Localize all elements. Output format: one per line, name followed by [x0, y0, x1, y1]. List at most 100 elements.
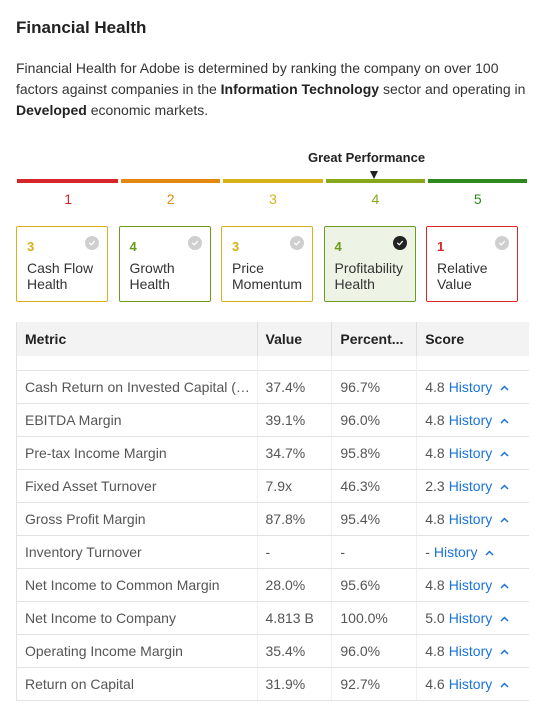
- category-card[interactable]: 4 Growth Health: [118, 226, 211, 302]
- table-row: Net Income to Company 4.813 B 100.0% 5.0 His…: [17, 602, 529, 635]
- description-text: sector and operating in: [379, 81, 526, 97]
- description: Financial Health for Adobe is determined…: [16, 58, 531, 121]
- metric-cell: Pre-tax Income Margin: [25, 445, 167, 461]
- score-value: 4.8: [425, 412, 445, 428]
- column-header-value[interactable]: Value: [256, 322, 332, 356]
- scale-number: 4: [371, 191, 380, 207]
- card-score: 4: [334, 239, 342, 254]
- card-score: 1: [437, 239, 445, 254]
- card-label: Cash Flow Health: [27, 260, 93, 292]
- chevron-up-icon[interactable]: [500, 505, 509, 535]
- metric-cell: Operating Income Margin: [25, 643, 183, 659]
- percentile-cell: -: [331, 536, 416, 568]
- chevron-up-icon[interactable]: [500, 406, 509, 436]
- history-link[interactable]: History: [434, 544, 478, 560]
- percentile-cell: 92.7%: [331, 668, 416, 700]
- table-row: Pre-tax Income Margin 34.7% 95.8% 4.8 Histor…: [17, 437, 529, 470]
- card-label-line: Health: [27, 276, 68, 292]
- card-label-line: Value: [437, 276, 472, 292]
- table-row: Return on Capital 31.9% 92.7% 4.6 History: [17, 668, 529, 701]
- metric-cell: Net Income to Company: [25, 610, 176, 626]
- history-link[interactable]: History: [449, 445, 493, 461]
- chevron-up-icon[interactable]: [500, 439, 509, 469]
- chevron-up-icon[interactable]: [500, 571, 509, 601]
- scale-segment-4: [325, 179, 426, 183]
- market-name: Developed: [16, 102, 87, 118]
- value-cell: -: [256, 536, 332, 568]
- scale-number: 5: [473, 191, 482, 207]
- card-label-line: Growth: [129, 260, 175, 276]
- history-link[interactable]: History: [449, 478, 493, 494]
- category-card[interactable]: 3 Price Momentum: [221, 226, 313, 302]
- check-icon: [290, 236, 304, 250]
- score-value: 4.8: [425, 445, 445, 461]
- value-cell: 35.4%: [256, 635, 332, 667]
- category-card[interactable]: 1 Relative Value: [426, 226, 518, 302]
- history-link[interactable]: History: [449, 577, 493, 593]
- page-title: Financial Health: [16, 18, 147, 37]
- card-label: Price Momentum: [232, 260, 302, 292]
- chevron-up-icon[interactable]: [485, 538, 494, 568]
- check-icon: [85, 236, 99, 250]
- score-cell: 2.3 History: [416, 470, 529, 502]
- scale-segment-2: [120, 179, 221, 183]
- scale-segment-1: [17, 179, 118, 183]
- table-header: Metric Value Percent... Score: [17, 322, 529, 356]
- column-header-metric[interactable]: Metric: [17, 322, 257, 356]
- score-cell: 4.8 History: [416, 635, 529, 667]
- scale-segment-5: [428, 179, 528, 183]
- metrics-table: Metric Value Percent... Score Cash Retur…: [16, 322, 529, 701]
- column-header-score[interactable]: Score: [416, 322, 529, 356]
- chevron-up-icon[interactable]: [500, 472, 509, 502]
- card-label-line: Health: [334, 276, 375, 292]
- percentile-cell: 46.3%: [331, 470, 416, 502]
- percentile-cell: 100.0%: [331, 602, 416, 634]
- metric-cell: Inventory Turnover: [25, 544, 142, 560]
- card-label-line: Price: [232, 260, 264, 276]
- history-link[interactable]: History: [449, 610, 493, 626]
- category-card[interactable]: 4 Profitability Health: [323, 226, 416, 302]
- value-cell: 87.8%: [256, 503, 332, 535]
- score-cell: - History: [416, 536, 529, 568]
- history-link[interactable]: History: [449, 511, 493, 527]
- history-link[interactable]: History: [449, 379, 493, 395]
- score-value: 4.8: [425, 643, 445, 659]
- scale-segment-3: [223, 179, 323, 183]
- score-cell: 4.6 History: [416, 668, 529, 700]
- history-link[interactable]: History: [449, 412, 493, 428]
- metric-cell: Cash Return on Invested Capital (CROIC): [25, 379, 257, 395]
- performance-scale: [17, 179, 529, 183]
- score-cell: 5.0 History: [416, 602, 529, 634]
- value-cell: 34.7%: [256, 437, 332, 469]
- value-cell: 39.1%: [256, 404, 332, 436]
- metric-cell: Net Income to Common Margin: [25, 577, 220, 593]
- chevron-up-icon[interactable]: [500, 637, 509, 667]
- table-row: Inventory Turnover - - - History: [17, 536, 529, 569]
- table-row: Fixed Asset Turnover 7.9x 46.3% 2.3 History: [17, 470, 529, 503]
- score-value: 4.8: [425, 379, 445, 395]
- check-icon: [392, 236, 407, 250]
- score-value: -: [425, 544, 430, 560]
- card-score: 3: [27, 239, 35, 254]
- percentile-cell: 95.4%: [331, 503, 416, 535]
- card-label: Relative Value: [437, 260, 488, 292]
- chevron-up-icon[interactable]: [500, 604, 509, 634]
- card-score: 3: [232, 239, 240, 254]
- value-cell: 31.9%: [256, 668, 332, 700]
- chevron-up-icon[interactable]: [500, 373, 509, 403]
- category-card[interactable]: 3 Cash Flow Health: [16, 226, 108, 302]
- card-label: Growth Health: [130, 260, 175, 292]
- card-label-line: Profitability: [334, 260, 403, 276]
- table-row: EBITDA Margin 39.1% 96.0% 4.8 History: [17, 404, 529, 437]
- history-link[interactable]: History: [449, 643, 493, 659]
- chevron-up-icon[interactable]: [500, 670, 509, 700]
- column-header-percentile[interactable]: Percent...: [331, 322, 416, 356]
- check-icon: [187, 236, 202, 250]
- card-score: 4: [129, 239, 137, 254]
- history-link[interactable]: History: [449, 676, 493, 692]
- percentile-cell: 96.0%: [331, 635, 416, 667]
- scale-number: 1: [64, 191, 73, 207]
- table-row: Cash Return on Invested Capital (CROIC)3…: [17, 371, 529, 404]
- card-label: Profitability Health: [335, 260, 403, 292]
- metric-cell: Gross Profit Margin: [25, 511, 146, 527]
